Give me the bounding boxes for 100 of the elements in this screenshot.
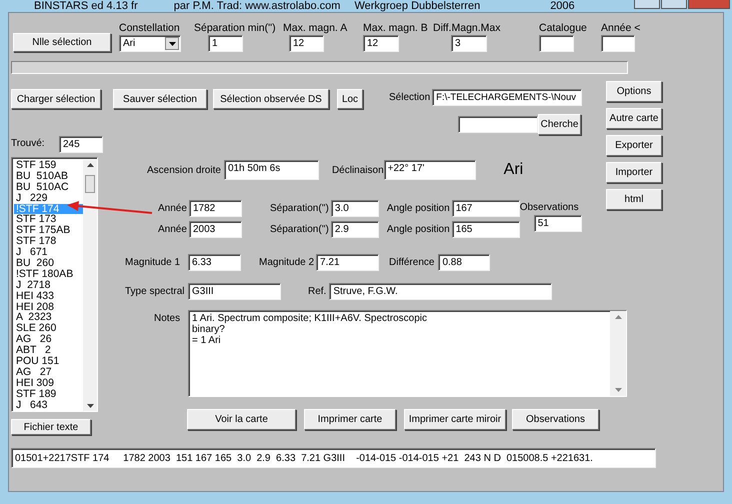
- field-label: Magnitude 1: [125, 257, 182, 268]
- input-field[interactable]: 51: [534, 215, 582, 232]
- record-line-field[interactable]: 01501+2217STF 174 1782 2003 151 167 165 3.0 2.9 6.33 7.21 G3III -014-015 -014-015 +21 243 N D 015008.5 +221631.: [11, 448, 656, 468]
- input-field[interactable]: Struve, F.G.W.: [329, 283, 552, 300]
- star-list-item[interactable]: A 2323: [14, 312, 83, 324]
- star-list-item[interactable]: !STF 180AB: [14, 268, 83, 280]
- side-button[interactable]: Options: [606, 81, 662, 102]
- field-label: Année <: [601, 22, 641, 34]
- notes-line: 1 Ari. Spectrum composite; K1III+A6V. Spectroscopic: [192, 313, 428, 324]
- scroll-thumb[interactable]: [85, 175, 95, 193]
- field-label: Diff.Magn.Max: [433, 22, 502, 34]
- found-count-field[interactable]: 245: [59, 136, 103, 153]
- field-label: Catalogue: [539, 22, 588, 34]
- star-list-item[interactable]: AG 27: [14, 366, 83, 378]
- minimize-button[interactable]: [634, 0, 660, 9]
- star-list-item[interactable]: STF 173: [14, 214, 83, 226]
- side-button[interactable]: Autre carte: [606, 108, 662, 129]
- star-list-item[interactable]: SLE 260: [14, 323, 83, 334]
- input-field[interactable]: 7.21: [316, 254, 380, 271]
- field-label: Constellation: [119, 22, 181, 34]
- field-label: Année: [158, 224, 188, 235]
- star-list-item[interactable]: BU 510AC: [14, 182, 83, 193]
- selection-button[interactable]: Sélection observée DS: [213, 89, 329, 109]
- field-label: Observations: [520, 202, 580, 213]
- star-list-item[interactable]: J 229: [14, 192, 83, 204]
- star-list-item[interactable]: J 671: [14, 247, 83, 258]
- input-field[interactable]: 0.88: [438, 254, 490, 271]
- input-field[interactable]: G3III: [188, 283, 281, 300]
- window-title: BINSTARS ed 4.13 fr: [34, 1, 138, 12]
- field-label: Angle position: [386, 203, 450, 214]
- star-list-item[interactable]: J 643: [14, 400, 83, 410]
- title-group: Werkgroep Dubbelsterren: [354, 1, 480, 12]
- selection-button[interactable]: Loc: [337, 89, 363, 109]
- input-field[interactable]: [539, 35, 574, 52]
- field-label: Notes: [154, 313, 182, 324]
- action-button[interactable]: Imprimer carte: [304, 409, 396, 430]
- constellation-name: Ari: [504, 161, 524, 179]
- star-list-item[interactable]: AG 26: [14, 334, 83, 346]
- star-list-item[interactable]: HEI 309: [14, 378, 83, 389]
- input-field[interactable]: 2003: [189, 221, 242, 238]
- down-arrow-icon[interactable]: [86, 404, 94, 408]
- selection-path-field[interactable]: F:\-TELECHARGEMENTS-\Nouv: [432, 89, 582, 106]
- text-file-button[interactable]: Fichier texte: [11, 419, 91, 435]
- star-list-item[interactable]: BU 260: [14, 258, 83, 269]
- input-field[interactable]: 2.9: [330, 221, 379, 238]
- input-field[interactable]: 01h 50m 6s: [224, 160, 319, 180]
- field-label: Ref.: [308, 286, 326, 297]
- input-field[interactable]: +22° 17': [384, 160, 476, 180]
- input-field[interactable]: 167: [452, 200, 520, 217]
- caret-icon: [168, 42, 176, 46]
- field-label: Max. magn. B: [363, 22, 429, 34]
- input-field[interactable]: 12: [363, 35, 399, 52]
- field-label: Séparation min(''): [194, 22, 277, 34]
- title-year: 2006: [550, 1, 575, 12]
- selection-button[interactable]: Sauver sélection: [113, 89, 207, 109]
- action-button[interactable]: Imprimer carte miroir: [404, 409, 506, 430]
- star-list-item[interactable]: STF 178: [14, 236, 83, 248]
- input-field[interactable]: [601, 35, 635, 52]
- notes-field[interactable]: 1 Ari. Spectrum composite; K1III+A6V. Spectroscopic binary? = 1 Ari: [188, 310, 627, 397]
- input-field[interactable]: 3.0: [330, 200, 379, 217]
- action-button[interactable]: Voir la carte: [187, 409, 296, 430]
- star-list-item[interactable]: HEI 433: [14, 290, 83, 302]
- star-list-item[interactable]: J 2718: [14, 280, 83, 291]
- input-field[interactable]: 3: [451, 35, 487, 52]
- side-button[interactable]: html: [606, 189, 662, 210]
- input-field[interactable]: 1782: [189, 200, 242, 217]
- star-list-item[interactable]: BU 510AB: [14, 170, 83, 182]
- selection-label: Sélection: [389, 92, 430, 103]
- side-button[interactable]: Exporter: [606, 135, 662, 156]
- field-label: Année: [158, 203, 188, 214]
- title-credits: par P.M. Trad: www.astrolabo.com: [174, 1, 340, 12]
- star-list-item[interactable]: STF 189: [14, 388, 83, 400]
- input-field[interactable]: 12: [289, 35, 324, 52]
- search-button[interactable]: Cherche: [538, 114, 581, 135]
- star-list-item[interactable]: POU 151: [14, 356, 83, 367]
- list-scrollbar[interactable]: [83, 160, 97, 411]
- input-field[interactable]: 6.33: [188, 254, 241, 271]
- field-label: Max. magn. A: [283, 22, 348, 34]
- input-field[interactable]: 165: [452, 221, 520, 238]
- field-label: Angle position: [386, 224, 450, 235]
- field-label: Séparation(''): [270, 224, 329, 235]
- field-label: Séparation(''): [270, 203, 329, 214]
- notes-line: = 1 Ari: [192, 335, 222, 346]
- field-label: Ascension droite: [147, 164, 221, 176]
- maximize-button[interactable]: [661, 0, 687, 9]
- star-list-item[interactable]: ABT 2: [14, 345, 83, 356]
- search-field[interactable]: [458, 116, 538, 133]
- action-button[interactable]: Observations: [512, 409, 599, 430]
- star-list-item[interactable]: STF 175AB: [14, 225, 83, 236]
- input-field[interactable]: 1: [208, 35, 243, 52]
- star-list-item[interactable]: STF 159: [14, 160, 83, 171]
- star-list-item[interactable]: HEI 208: [14, 302, 83, 312]
- side-button[interactable]: Importer: [606, 162, 662, 183]
- up-arrow-icon[interactable]: [86, 163, 94, 167]
- field-label: Type spectral: [125, 286, 185, 297]
- new-selection-button[interactable]: Nlle sélection: [13, 33, 111, 52]
- constellation-dropdown[interactable]: Ari: [119, 35, 181, 52]
- selection-button[interactable]: Charger sélection: [11, 89, 101, 109]
- field-label: Différence: [389, 257, 434, 268]
- field-label: Magnitude 2: [259, 257, 314, 268]
